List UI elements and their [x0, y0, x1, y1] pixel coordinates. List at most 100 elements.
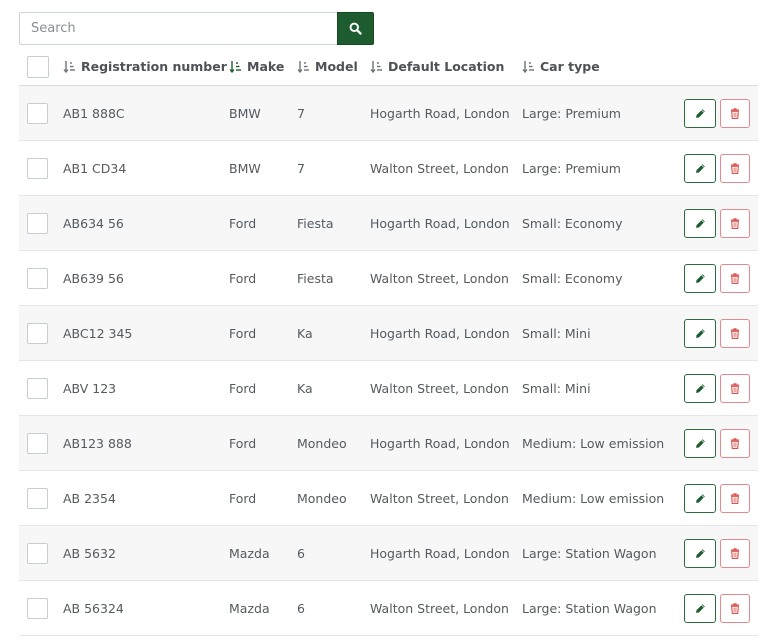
- cell-car-type: Medium: Low emission: [522, 435, 665, 451]
- edit-button[interactable]: [684, 318, 716, 348]
- trash-icon: [730, 107, 740, 119]
- delete-button[interactable]: [720, 593, 750, 623]
- cell-registration: AB 2354: [63, 490, 116, 506]
- delete-button[interactable]: [720, 208, 750, 238]
- edit-button[interactable]: [684, 208, 716, 238]
- cell-registration: AB123 888: [63, 435, 132, 451]
- sort-icon: [370, 60, 383, 73]
- delete-button[interactable]: [720, 538, 750, 568]
- cell-model: Fiesta: [297, 270, 334, 286]
- cell-registration: AB 56324: [63, 600, 124, 616]
- edit-button[interactable]: [684, 593, 716, 623]
- trash-icon: [730, 437, 740, 449]
- cell-make: Ford: [229, 380, 257, 396]
- cell-model: 7: [297, 160, 305, 176]
- search-icon: [349, 22, 362, 35]
- search-input[interactable]: [19, 12, 337, 45]
- cell-make: Ford: [229, 435, 257, 451]
- select-all-checkbox[interactable]: [27, 55, 49, 78]
- search-button[interactable]: [337, 12, 374, 45]
- edit-button[interactable]: [684, 428, 716, 458]
- cell-location: Walton Street, London: [370, 380, 509, 396]
- column-header-make[interactable]: Make: [229, 59, 284, 74]
- row-checkbox[interactable]: [27, 322, 48, 344]
- row-checkbox[interactable]: [27, 102, 48, 124]
- delete-button[interactable]: [720, 98, 750, 128]
- row-checkbox[interactable]: [27, 487, 48, 509]
- row-checkbox[interactable]: [27, 597, 48, 619]
- cell-model: Mondeo: [297, 435, 347, 451]
- table-row: AB 56324 Mazda 6 Walton Street, London L…: [19, 581, 758, 636]
- row-checkbox[interactable]: [27, 432, 48, 454]
- column-header-registration[interactable]: Registration number: [63, 59, 227, 74]
- cell-model: 6: [297, 545, 305, 561]
- trash-icon: [730, 602, 740, 614]
- delete-button[interactable]: [720, 153, 750, 183]
- sort-ascending-icon: [229, 60, 242, 73]
- column-header-label: Car type: [540, 59, 600, 74]
- delete-button[interactable]: [720, 373, 750, 403]
- cell-location: Hogarth Road, London: [370, 325, 510, 341]
- pencil-icon: [695, 163, 705, 173]
- cell-make: Mazda: [229, 545, 270, 561]
- sort-icon: [297, 60, 310, 73]
- cell-make: BMW: [229, 105, 261, 121]
- delete-button[interactable]: [720, 483, 750, 513]
- cell-registration: AB 5632: [63, 545, 116, 561]
- pencil-icon: [695, 218, 705, 228]
- table-row: ABV 123 Ford Ka Walton Street, London Sm…: [19, 361, 758, 416]
- table-row: AB123 888 Ford Mondeo Hogarth Road, Lond…: [19, 416, 758, 471]
- delete-button[interactable]: [720, 318, 750, 348]
- row-checkbox[interactable]: [27, 212, 48, 234]
- column-header-label: Make: [247, 59, 285, 74]
- table-row: ABC12 345 Ford Ka Hogarth Road, London S…: [19, 306, 758, 361]
- table-row: AB1 CD34 BMW 7 Walton Street, London Lar…: [19, 141, 758, 196]
- pencil-icon: [695, 548, 705, 558]
- trash-icon: [730, 492, 740, 504]
- cell-location: Walton Street, London: [370, 270, 509, 286]
- edit-button[interactable]: [684, 98, 716, 128]
- delete-button[interactable]: [720, 428, 750, 458]
- cell-model: Mondeo: [297, 490, 347, 506]
- cell-registration: ABV 123: [63, 380, 117, 396]
- cell-model: 6: [297, 600, 305, 616]
- row-checkbox[interactable]: [27, 157, 48, 179]
- column-header-label: Registration number: [81, 59, 227, 74]
- cell-make: Ford: [229, 215, 257, 231]
- column-header-label: Model: [315, 59, 358, 74]
- pencil-icon: [695, 493, 705, 503]
- cell-make: BMW: [229, 160, 261, 176]
- edit-button[interactable]: [684, 263, 716, 293]
- pencil-icon: [695, 108, 705, 118]
- delete-button[interactable]: [720, 263, 750, 293]
- pencil-icon: [695, 438, 705, 448]
- table-header: Registration number Make Model Default L…: [19, 48, 758, 86]
- edit-button[interactable]: [684, 373, 716, 403]
- row-checkbox[interactable]: [27, 377, 48, 399]
- table-body: AB1 888C BMW 7 Hogarth Road, London Larg…: [19, 86, 758, 636]
- edit-button[interactable]: [684, 538, 716, 568]
- cell-car-type: Large: Station Wagon: [522, 600, 657, 616]
- trash-icon: [730, 272, 740, 284]
- row-checkbox[interactable]: [27, 542, 48, 564]
- edit-button[interactable]: [684, 153, 716, 183]
- cell-location: Hogarth Road, London: [370, 435, 510, 451]
- trash-icon: [730, 382, 740, 394]
- edit-button[interactable]: [684, 483, 716, 513]
- cell-location: Walton Street, London: [370, 160, 509, 176]
- column-header-car-type[interactable]: Car type: [522, 59, 600, 74]
- cell-model: Fiesta: [297, 215, 334, 231]
- cars-table: Registration number Make Model Default L…: [19, 48, 758, 636]
- cell-location: Walton Street, London: [370, 600, 509, 616]
- column-header-model[interactable]: Model: [297, 59, 358, 74]
- search-bar: [19, 12, 374, 45]
- cell-make: Ford: [229, 490, 257, 506]
- table-row: AB1 888C BMW 7 Hogarth Road, London Larg…: [19, 86, 758, 141]
- trash-icon: [730, 327, 740, 339]
- row-checkbox[interactable]: [27, 267, 48, 289]
- column-header-location[interactable]: Default Location: [370, 59, 504, 74]
- cell-location: Hogarth Road, London: [370, 105, 510, 121]
- cell-registration: AB1 888C: [63, 105, 125, 121]
- cell-make: Mazda: [229, 600, 270, 616]
- cell-car-type: Small: Mini: [522, 325, 591, 341]
